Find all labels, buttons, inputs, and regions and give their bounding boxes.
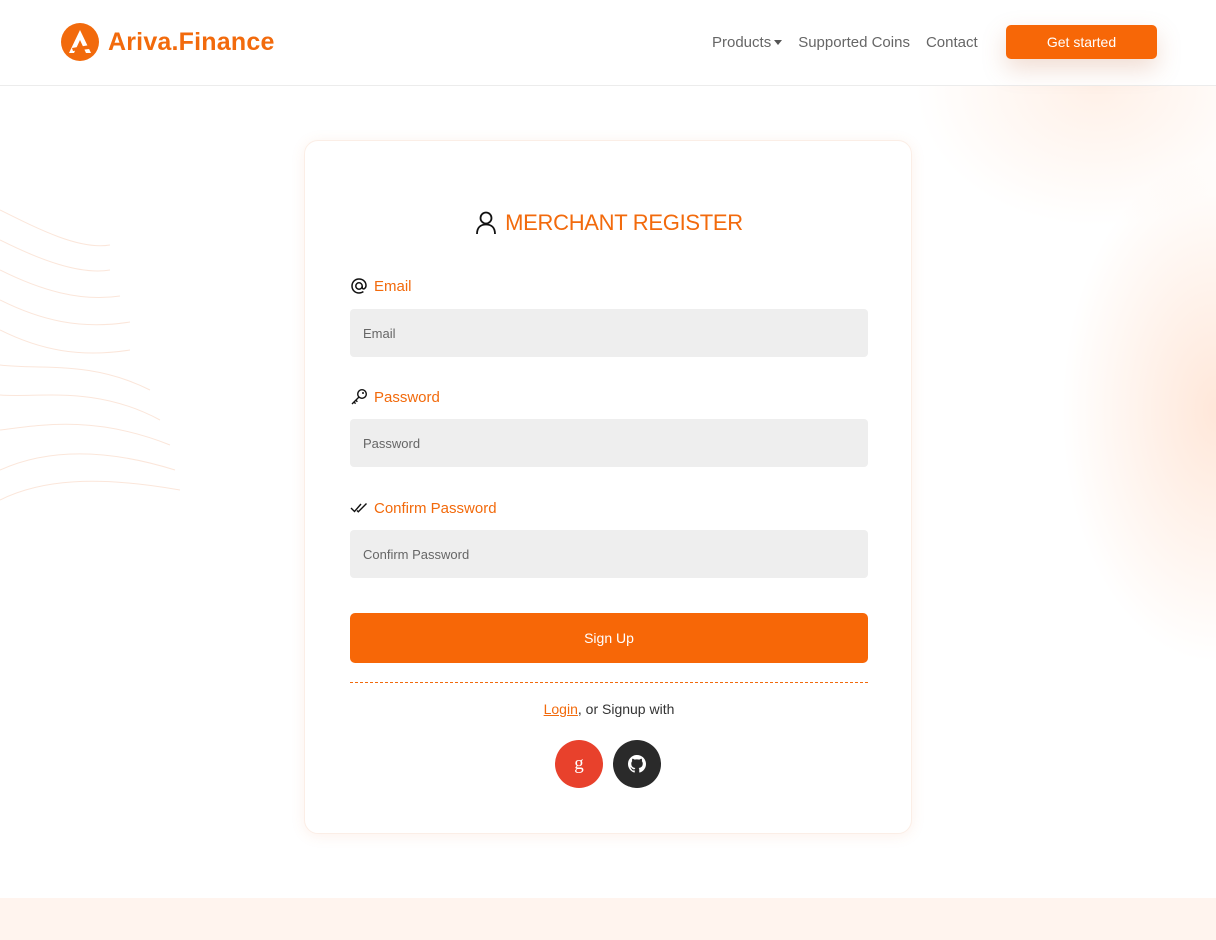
confirm-password-label-text: Confirm Password xyxy=(374,499,497,517)
confirm-password-label: Confirm Password xyxy=(350,497,497,519)
alt-signup-text: , or Signup with xyxy=(577,701,675,717)
email-field[interactable] xyxy=(350,309,868,357)
footer-band xyxy=(0,898,1216,940)
login-link[interactable]: Login xyxy=(544,701,578,717)
password-field[interactable] xyxy=(350,419,868,467)
confirm-password-field[interactable] xyxy=(350,530,868,578)
form-title: MERCHANT REGISTER xyxy=(305,208,913,238)
github-signup-button[interactable] xyxy=(613,740,661,788)
site-header: Ariva.Finance Products Supported Coins C… xyxy=(0,0,1216,86)
email-label: Email xyxy=(350,275,412,297)
at-sign-icon xyxy=(351,278,367,294)
get-started-button[interactable]: Get started xyxy=(1006,25,1157,59)
ariva-logo-icon xyxy=(61,23,99,61)
github-icon xyxy=(628,755,646,773)
brand-logo[interactable]: Ariva.Finance xyxy=(60,22,275,62)
user-icon xyxy=(476,211,497,235)
password-label: Password xyxy=(350,386,440,408)
form-title-text: MERCHANT REGISTER xyxy=(505,210,743,235)
alternative-signin-row: Login , or Signup with xyxy=(305,699,913,719)
dashed-divider xyxy=(350,682,868,683)
social-signup-buttons: g xyxy=(555,740,663,788)
google-icon: g xyxy=(574,753,584,774)
register-card: MERCHANT REGISTER Email Password Confirm… xyxy=(304,140,912,834)
google-signup-button[interactable]: g xyxy=(555,740,603,788)
caret-down-icon xyxy=(774,39,783,45)
email-label-text: Email xyxy=(374,277,412,295)
key-icon xyxy=(351,388,368,405)
nav-supported-coins[interactable]: Supported Coins xyxy=(798,34,910,51)
password-label-text: Password xyxy=(374,388,440,406)
brand-name: Ariva.Finance xyxy=(108,27,275,56)
nav-products[interactable]: Products xyxy=(712,33,783,51)
sign-up-button[interactable]: Sign Up xyxy=(350,613,868,663)
nav-products-label: Products xyxy=(712,33,772,51)
double-check-icon xyxy=(350,503,367,513)
nav-contact[interactable]: Contact xyxy=(926,34,978,51)
background-waves xyxy=(0,209,181,501)
main-nav: Products Supported Coins Contact xyxy=(712,31,978,53)
